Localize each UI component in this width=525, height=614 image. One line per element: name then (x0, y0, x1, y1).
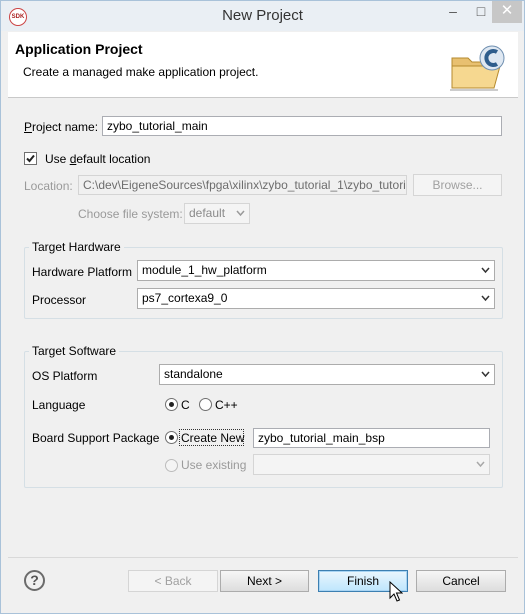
choose-file-system-label: Choose file system: (78, 207, 183, 221)
os-platform-select[interactable]: standalone (159, 364, 495, 385)
next-button[interactable]: Next > (220, 570, 309, 592)
chevron-down-icon (481, 295, 490, 302)
bsp-name-input[interactable]: zybo_tutorial_main_bsp (253, 428, 490, 448)
processor-select[interactable]: ps7_cortexa9_0 (137, 288, 495, 309)
create-new-label[interactable]: Create New (181, 431, 244, 445)
mouse-pointer-icon (389, 581, 403, 602)
language-label: Language (32, 398, 86, 412)
hardware-platform-value: module_1_hw_platform (142, 263, 267, 277)
use-existing-bsp-radio[interactable] (165, 459, 178, 472)
use-default-location-checkbox[interactable] (24, 152, 37, 165)
cancel-button[interactable]: Cancel (416, 570, 506, 592)
chevron-down-icon (476, 461, 485, 468)
existing-bsp-select[interactable] (253, 454, 490, 475)
os-platform-label: OS Platform (32, 369, 98, 383)
project-name-label: Project name: (24, 120, 99, 134)
language-c-radio[interactable] (165, 398, 178, 411)
chevron-down-icon (236, 210, 245, 217)
language-cpp-radio[interactable] (199, 398, 212, 411)
use-default-location-label[interactable]: Use default location (45, 152, 150, 166)
wizard-content: Project name: zybo_tutorial_main Use def… (8, 99, 518, 557)
footer-separator (8, 557, 518, 558)
banner-description: Create a managed make application projec… (23, 65, 259, 79)
title-bar: SDK New Project – □ ✕ (1, 1, 524, 31)
checkmark-icon (26, 154, 35, 163)
bsp-label: Board Support Package (32, 431, 160, 445)
location-label: Location: (24, 179, 73, 193)
chevron-down-icon (481, 371, 490, 378)
wizard-banner: Application Project Create a managed mak… (8, 32, 518, 98)
project-name-input[interactable]: zybo_tutorial_main (102, 116, 502, 136)
new-project-window: SDK New Project – □ ✕ Application Projec… (0, 0, 525, 614)
minimize-button[interactable]: – (439, 1, 467, 23)
hardware-platform-label: Hardware Platform (32, 265, 133, 279)
folder-c-icon (450, 45, 505, 91)
location-input[interactable]: C:\dev\EigeneSources\fpga\xilinx\zybo_tu… (78, 175, 407, 195)
close-button[interactable]: ✕ (492, 1, 522, 23)
file-system-value: default (189, 206, 226, 220)
processor-value: ps7_cortexa9_0 (142, 291, 228, 305)
create-new-bsp-radio[interactable] (165, 431, 178, 444)
target-hardware-title: Target Hardware (29, 240, 124, 254)
maximize-button[interactable]: □ (467, 1, 495, 23)
language-cpp-label[interactable]: C++ (215, 398, 238, 412)
use-existing-label[interactable]: Use existing (181, 458, 246, 472)
language-c-label[interactable]: C (181, 398, 190, 412)
chevron-down-icon (481, 267, 490, 274)
file-system-select[interactable]: default (184, 203, 250, 224)
hardware-platform-select[interactable]: module_1_hw_platform (137, 260, 495, 281)
help-icon[interactable]: ? (24, 570, 45, 591)
processor-label: Processor (32, 293, 87, 307)
os-platform-value: standalone (164, 367, 223, 381)
target-software-title: Target Software (29, 344, 120, 358)
back-button[interactable]: < Back (128, 570, 218, 592)
browse-button[interactable]: Browse... (413, 174, 502, 196)
banner-title: Application Project (15, 41, 143, 57)
